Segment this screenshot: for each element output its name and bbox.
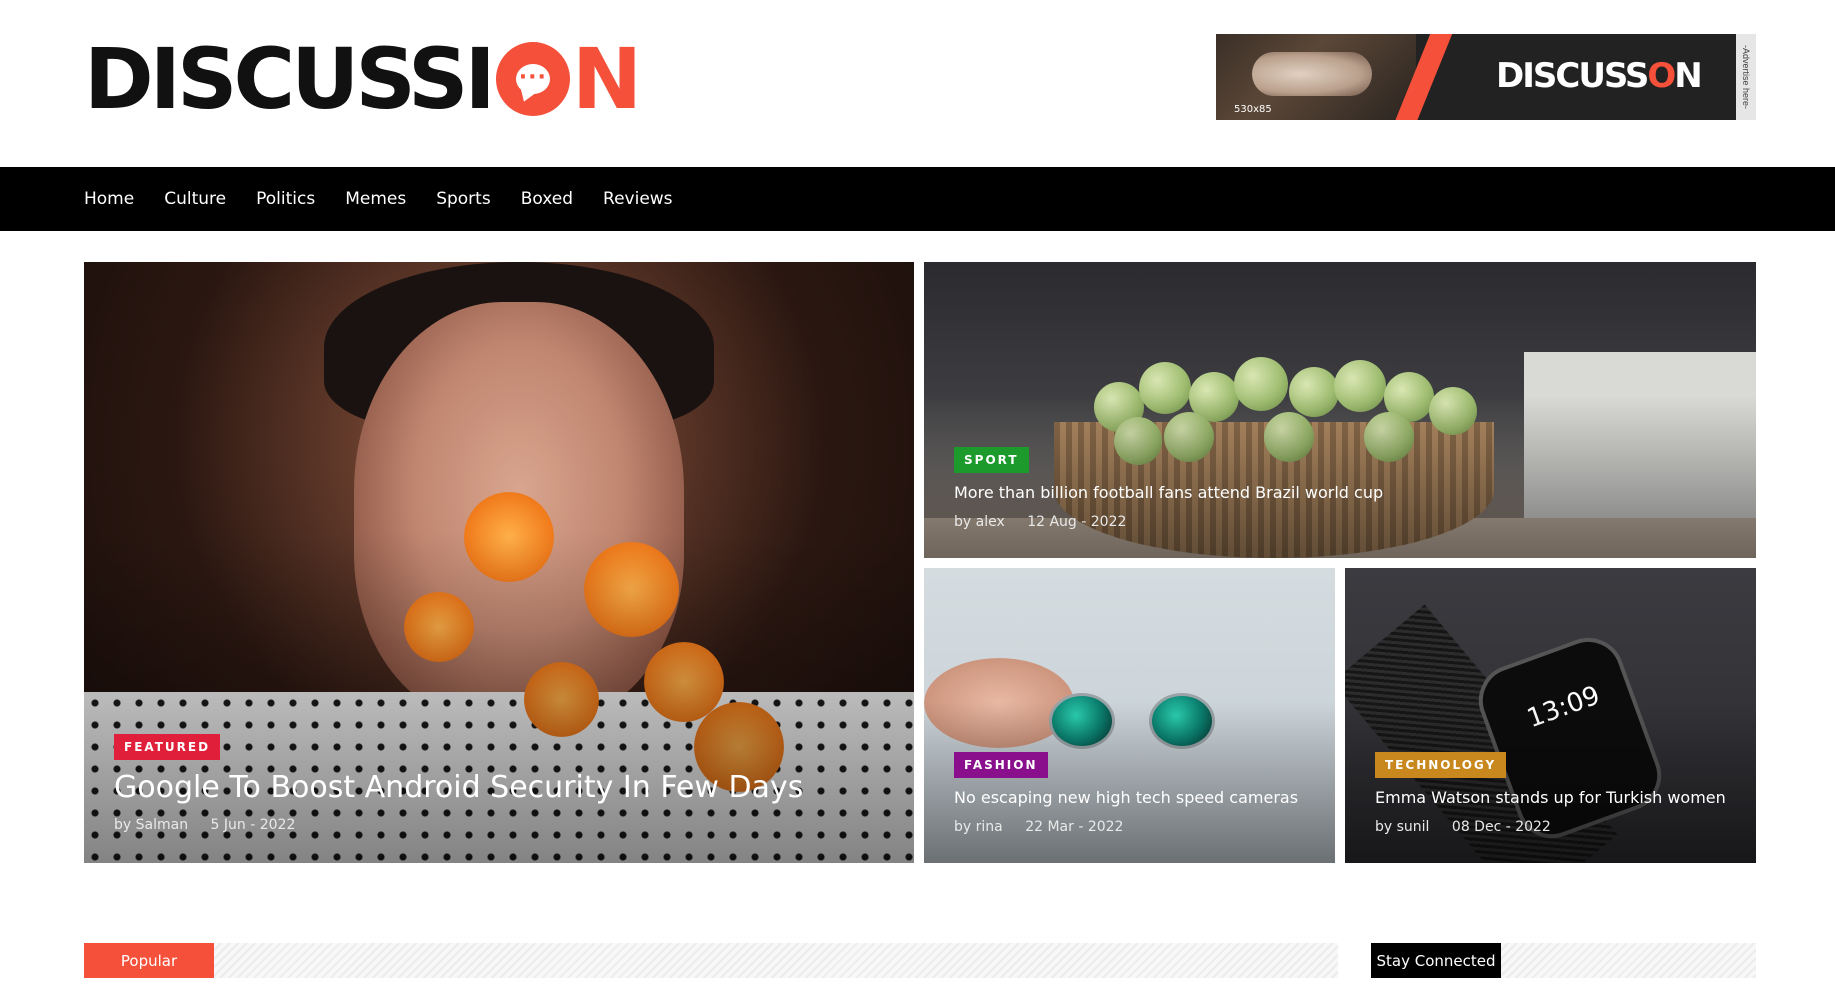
ad-brand-logo: DISCUSSON [1496,56,1703,96]
nav-item-culture[interactable]: Culture [164,189,226,209]
category-badge[interactable]: FASHION [954,752,1048,778]
logo-text-accent: N [571,30,642,128]
category-badge[interactable]: TECHNOLOGY [1375,752,1507,778]
nav-item-boxed[interactable]: Boxed [521,189,573,209]
logo-text: DISCUSSI [84,30,496,128]
featured-posts-grid: FEATURED Google To Boost Android Securit… [84,262,1756,863]
header-ad-banner[interactable]: 530x85 DISCUSSON -Advertise here- [1216,34,1756,120]
main-navigation-bar: Home Culture Politics Memes Sports Boxed… [0,167,1835,231]
nav-item-reviews[interactable]: Reviews [603,189,673,209]
post-date: 12 Aug - 2022 [1027,514,1127,530]
post-meta: by alex 12 Aug - 2022 [954,514,1736,530]
nav-item-memes[interactable]: Memes [345,189,406,209]
post-info: FEATURED Google To Boost Android Securit… [114,734,894,833]
post-info: SPORT More than billion football fans at… [954,447,1736,530]
site-header: DISCUSSI ··· N 530x85 DISCUSSON -Adverti… [84,0,1756,167]
post-card-technology[interactable]: 13:09 TECHNOLOGY Emma Watson stands up f… [1345,568,1756,863]
post-meta: by sunil 08 Dec - 2022 [1375,819,1736,835]
post-title[interactable]: No escaping new high tech speed cameras [954,788,1315,807]
ad-side-tab: -Advertise here- [1736,34,1756,120]
main-menu: Home Culture Politics Memes Sports Boxed… [84,167,673,231]
post-card-fashion[interactable]: FASHION No escaping new high tech speed … [924,568,1335,863]
post-date: 5 Jun - 2022 [210,817,296,833]
category-badge[interactable]: SPORT [954,447,1029,473]
post-title[interactable]: Emma Watson stands up for Turkish women [1375,788,1736,807]
section-title-stay-connected: Stay Connected [1371,943,1501,978]
nav-item-politics[interactable]: Politics [256,189,315,209]
chat-bubble-icon: ··· [495,42,570,116]
post-info: FASHION No escaping new high tech speed … [954,752,1315,835]
post-date: 08 Dec - 2022 [1451,819,1551,835]
post-author[interactable]: by rina [954,819,1003,835]
post-card-sport[interactable]: SPORT More than billion football fans at… [924,262,1756,558]
post-title[interactable]: Google To Boost Android Security In Few … [114,770,894,805]
ad-size-label: 530x85 [1234,104,1272,115]
post-date: 22 Mar - 2022 [1025,819,1124,835]
site-logo[interactable]: DISCUSSI ··· N [84,30,642,128]
nav-item-home[interactable]: Home [84,189,134,209]
section-title-popular: Popular [84,943,214,978]
popular-section-header: Popular [84,943,1338,978]
nav-item-sports[interactable]: Sports [436,189,491,209]
post-meta: by rina 22 Mar - 2022 [954,819,1315,835]
post-title[interactable]: More than billion football fans attend B… [954,483,1736,502]
stay-connected-section-header: Stay Connected [1371,943,1756,978]
post-author[interactable]: by alex [954,514,1005,530]
post-author[interactable]: by Salman [114,817,188,833]
category-badge[interactable]: FEATURED [114,734,221,760]
post-card-featured[interactable]: FEATURED Google To Boost Android Securit… [84,262,914,863]
post-meta: by Salman 5 Jun - 2022 [114,817,894,833]
post-author[interactable]: by sunil [1375,819,1429,835]
post-info: TECHNOLOGY Emma Watson stands up for Tur… [1375,752,1736,835]
